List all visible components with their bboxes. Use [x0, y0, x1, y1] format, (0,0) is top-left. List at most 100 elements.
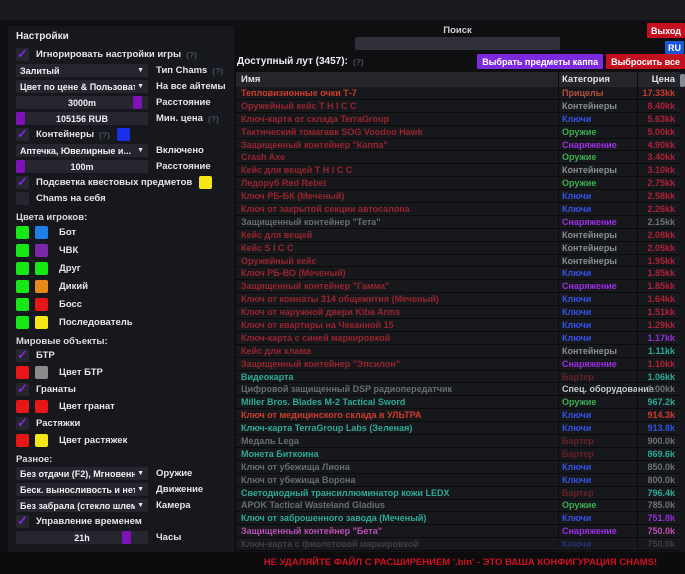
loot-row[interactable]: Ключ от квартиры на Чеканной 15Ключи1.29…	[236, 319, 680, 332]
loot-row[interactable]: Защищенный контейнер "Тета"Снаряжение2.1…	[236, 216, 680, 229]
movement-mods-dropdown[interactable]: Беск. выносливость и нет уста▼	[16, 483, 148, 496]
containers-filter-dropdown[interactable]: Аптечка, Ювелирные и...▼	[16, 144, 148, 157]
loot-row[interactable]: Ключ от заброшенного завода (Меченый)Клю…	[236, 512, 680, 525]
color-grenades-swatch-1[interactable]	[16, 400, 29, 413]
loot-row[interactable]: Crash AxeОружие3.40kk	[236, 151, 680, 164]
item-price: 1.29kk	[637, 319, 680, 331]
loot-row[interactable]: Кейс для хламаКонтейнеры1.11kk	[236, 345, 680, 358]
grenades-checkbox[interactable]: ✓	[16, 383, 29, 396]
loot-row[interactable]: Оружейный кейсКонтейнеры1.95kk	[236, 255, 680, 268]
loot-row[interactable]: Защищенный контейнер "Каппа"Снаряжение4.…	[236, 139, 680, 152]
settings-row-color-pmc: ЧВК	[16, 243, 226, 257]
settings-row-containers-distance: 100mРасстояние	[16, 160, 148, 173]
color-follower-swatch-2[interactable]	[35, 316, 48, 329]
loot-row[interactable]: Защищенный контейнер "Эпсилон"Снаряжение…	[236, 358, 680, 371]
containers-distance-slider[interactable]: 100m	[16, 160, 148, 173]
loot-row[interactable]: Ключ от медицинского склада в УЛЬТРАКлюч…	[236, 409, 680, 422]
loot-row[interactable]: Ключ от убежища ЛионаКлючи850.0k	[236, 461, 680, 474]
item-name: Медаль Lega	[236, 436, 558, 446]
color-boss-swatch-1[interactable]	[16, 298, 29, 311]
quest-highlight-swatch[interactable]	[199, 176, 212, 189]
containers-checkbox[interactable]: ✓	[16, 128, 29, 141]
item-price: 785.0k	[637, 500, 680, 512]
discard-all-button[interactable]: Выбросить все	[606, 54, 685, 69]
loot-row[interactable]: Ключ РБ-БК (Меченый)Ключи2.58kk	[236, 190, 680, 203]
loot-row[interactable]: Ключ от комнаты 314 общежития (Меченый)К…	[236, 293, 680, 306]
loot-row[interactable]: Ключ РБ-ВО (Меченый)Ключи1.85kk	[236, 267, 680, 280]
dropdown-value: Аптечка, Ювелирные и...	[20, 146, 135, 156]
color-follower-swatch-1[interactable]	[16, 316, 29, 329]
select-kappa-items-button[interactable]: Выбрать предметы каппа	[477, 54, 603, 69]
loot-row[interactable]: Ключ от закрытой секции автосалонаКлючи2…	[236, 203, 680, 216]
color-friend-swatch-1[interactable]	[16, 262, 29, 275]
loot-row[interactable]: Монета БиткоинаБартер869.6k	[236, 448, 680, 461]
color-tripwires-swatch-2[interactable]	[35, 434, 48, 447]
color-bot-swatch-1[interactable]	[16, 226, 29, 239]
chams-self-checkbox[interactable]	[16, 192, 29, 205]
color-scav-swatch-1[interactable]	[16, 280, 29, 293]
loot-row[interactable]: Ключ-карта с синей маркировкойКлючи1.17k…	[236, 332, 680, 345]
scrollbar-thumb[interactable]	[680, 74, 685, 87]
camera-mods-dropdown[interactable]: Без забрала (стекло шлема)▼	[16, 499, 148, 512]
checkbox-label: Chams на себя	[36, 193, 106, 204]
items-distance-slider[interactable]: 3000m	[16, 96, 148, 109]
item-name: Ключ-карта TerraGroup Labs (Зеленая)	[236, 423, 558, 433]
color-btr-swatch-1[interactable]	[16, 366, 29, 379]
loot-row[interactable]: Защищенный контейнер "Гамма"Снаряжение1.…	[236, 280, 680, 293]
chams-type-dropdown[interactable]: Залитый▼	[16, 64, 148, 77]
containers-swatch[interactable]	[117, 128, 130, 141]
loot-row[interactable]: Miller Bros. Blades M-2 Tactical SwordОр…	[236, 396, 680, 409]
loot-row[interactable]: Кейс для вещейКонтейнеры2.08kk	[236, 229, 680, 242]
color-btr-swatch-2[interactable]	[35, 366, 48, 379]
item-name: Оружейный кейс Т Н I С С	[236, 101, 558, 111]
search-input[interactable]	[355, 37, 560, 50]
min-price-slider[interactable]: 105156 RUB	[16, 112, 148, 125]
item-category: Контейнеры	[558, 164, 637, 176]
color-grenades-swatch-2[interactable]	[35, 400, 48, 413]
item-name: Ключ РБ-БК (Меченый)	[236, 191, 558, 201]
color-scav-swatch-2[interactable]	[35, 280, 48, 293]
item-name: Ключ РБ-ВО (Меченый)	[236, 268, 558, 278]
color-friend-swatch-2[interactable]	[35, 262, 48, 275]
loot-row[interactable]: ВидеокартаБартер1.06kk	[236, 371, 680, 384]
loot-row[interactable]: Цифровой защищенный DSP радиопередатчикС…	[236, 383, 680, 396]
loot-row[interactable]: Ледоруб Red RebelОружие2.75kk	[236, 177, 680, 190]
checkbox-label: БТР	[36, 350, 55, 361]
hours-slider[interactable]: 21h	[16, 531, 148, 544]
section-label: Цвета игроков:	[16, 212, 87, 223]
loot-row[interactable]: Тактический томагавк SOG Voodoo HawkОруж…	[236, 126, 680, 139]
loot-row[interactable]: Ключ-карта от склада TerraGroupКлючи5.63…	[236, 113, 680, 126]
tripwires-checkbox[interactable]: ✓	[16, 417, 29, 430]
item-price: 967.2k	[637, 396, 680, 408]
color-boss-swatch-2[interactable]	[35, 298, 48, 311]
loot-row[interactable]: Ключ от наружной двери Kiba ArmsКлючи1.5…	[236, 306, 680, 319]
color-pmc-swatch-2[interactable]	[35, 244, 48, 257]
loot-row[interactable]: Защищенный контейнер "Бета"Снаряжение750…	[236, 525, 680, 538]
item-price: 1.51kk	[637, 306, 680, 318]
loot-row[interactable]: Тепловизионные очки Т-7Прицелы17.33kk	[236, 87, 680, 100]
loot-row[interactable]: Светодиодный трансиллюминатор кожи LEDXБ…	[236, 487, 680, 500]
loot-row[interactable]: Оружейный кейс Т Н I С СКонтейнеры8.40kk	[236, 100, 680, 113]
items-color-mode-dropdown[interactable]: Цвет по цене & Пользователь▼	[16, 80, 148, 93]
scrollbar[interactable]	[680, 72, 685, 552]
loot-row[interactable]: Кейс для вещей Т Н I С СКонтейнеры3.10kk	[236, 164, 680, 177]
item-name: Кейс для вещей	[236, 230, 558, 240]
exit-button[interactable]: Выход	[647, 23, 685, 38]
loot-row[interactable]: Ключ-карта с фиолетовой маркировкойКлючи…	[236, 538, 680, 551]
color-label: Дикий	[59, 281, 88, 292]
loot-row[interactable]: Кейс S I C CКонтейнеры2.05kk	[236, 242, 680, 255]
color-pmc-swatch-1[interactable]	[16, 244, 29, 257]
ignore-game-settings-checkbox[interactable]: ✓	[16, 48, 29, 61]
color-tripwires-swatch-1[interactable]	[16, 434, 29, 447]
color-bot-swatch-2[interactable]	[35, 226, 48, 239]
loot-row[interactable]: APOK Tactical Wasteland GladiusОружие785…	[236, 500, 680, 513]
item-category: Прицелы	[558, 87, 637, 99]
item-category: Снаряжение	[558, 139, 637, 151]
loot-row[interactable]: Медаль LegaБартер900.0k	[236, 435, 680, 448]
weapon-mods-dropdown[interactable]: Без отдачи (F2), Мгновенное п▼	[16, 467, 148, 480]
time-control-checkbox[interactable]: ✓	[16, 515, 29, 528]
loot-row[interactable]: Ключ-карта TerraGroup Labs (Зеленая)Ключ…	[236, 422, 680, 435]
btr-checkbox[interactable]: ✓	[16, 349, 29, 362]
loot-row[interactable]: Ключ от убежища ВоронаКлючи800.0k	[236, 474, 680, 487]
quest-highlight-checkbox[interactable]: ✓	[16, 176, 29, 189]
